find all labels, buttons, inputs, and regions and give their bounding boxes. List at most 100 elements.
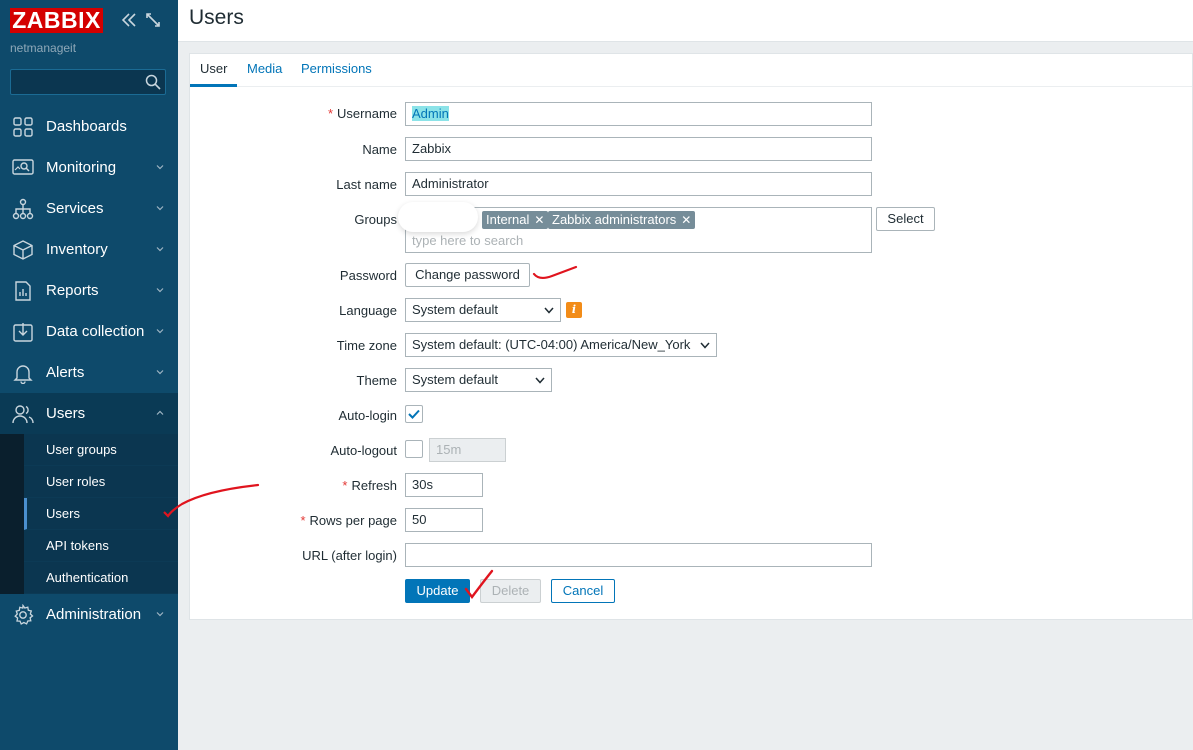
menu-item-reports[interactable]: Reports xyxy=(0,270,178,311)
menu-label: Alerts xyxy=(46,364,85,381)
submenu-item-user-groups[interactable]: User groups xyxy=(24,434,178,466)
select-groups-button[interactable]: Select xyxy=(876,207,935,231)
sidebar: ZABBIX netmanageit Dashboards Monitoring… xyxy=(0,0,178,750)
chevron-down-icon xyxy=(156,370,164,375)
tab-bar: User Media Permissions xyxy=(190,54,1192,87)
chevron-down-icon xyxy=(535,377,545,384)
page-header: Users xyxy=(178,0,1193,42)
autologin-label: Auto-login xyxy=(338,408,397,423)
remove-chip-icon[interactable]: ✕ xyxy=(681,213,691,227)
remove-chip-icon[interactable]: ✕ xyxy=(534,213,544,227)
main-content: Users User Media Permissions * Username A… xyxy=(178,0,1193,750)
menu-item-users[interactable]: Users xyxy=(0,393,178,434)
chevron-up-icon xyxy=(156,410,164,415)
dashboards-icon xyxy=(13,116,33,137)
menu-label: Services xyxy=(46,200,104,217)
menu-item-administration[interactable]: Administration xyxy=(0,594,178,635)
refresh-field[interactable]: 30s xyxy=(405,473,483,497)
menu-label: Users xyxy=(46,405,86,422)
chevron-down-icon xyxy=(156,288,164,293)
submenu-item-users[interactable]: Users xyxy=(24,498,178,530)
cancel-button[interactable]: Cancel xyxy=(551,579,615,603)
refresh-label: * Refresh xyxy=(342,478,397,493)
page-title: Users xyxy=(189,6,244,29)
chevron-down-icon xyxy=(700,342,710,349)
rows-per-page-label: * Rows per page xyxy=(300,513,397,528)
users-icon xyxy=(12,404,34,423)
users-submenu: User groups User roles Users API tokens … xyxy=(0,434,178,594)
tab-media[interactable]: Media xyxy=(237,54,292,87)
services-icon xyxy=(12,198,34,219)
theme-label: Theme xyxy=(356,373,397,388)
monitoring-icon xyxy=(12,158,34,175)
autologout-field: 15m xyxy=(429,438,506,462)
submenu-gutter xyxy=(0,434,24,594)
main-menu: Dashboards Monitoring Services Inventory… xyxy=(0,106,178,635)
groups-search-placeholder[interactable]: type here to search xyxy=(412,233,523,248)
password-label: Password xyxy=(339,268,397,283)
url-field[interactable] xyxy=(405,543,872,567)
kiosk-mode-icon[interactable] xyxy=(145,12,161,28)
autologin-checkbox[interactable] xyxy=(405,405,423,423)
menu-item-services[interactable]: Services xyxy=(0,188,178,229)
submenu-item-authentication[interactable]: Authentication xyxy=(24,562,178,594)
chevron-down-icon xyxy=(544,307,554,314)
sidebar-search-input[interactable] xyxy=(10,69,166,95)
inventory-icon xyxy=(13,239,33,260)
menu-label: Dashboards xyxy=(46,118,127,135)
tab-user[interactable]: User xyxy=(190,54,238,87)
autologout-label: Auto-logout xyxy=(330,443,398,458)
menu-label: Inventory xyxy=(46,241,108,258)
menu-label: Administration xyxy=(46,606,142,623)
reports-icon xyxy=(15,280,31,301)
chevron-down-icon xyxy=(156,329,164,334)
server-name: netmanageit xyxy=(10,41,77,55)
chevron-down-icon xyxy=(156,612,164,617)
username-field[interactable]: Admin xyxy=(405,102,872,126)
autologout-checkbox[interactable] xyxy=(405,440,423,458)
groups-multiselect[interactable]: Internal ✕ Zabbix administrators ✕ type he… xyxy=(398,202,872,253)
delete-button: Delete xyxy=(480,579,541,603)
username-label: * Username xyxy=(327,106,397,121)
timezone-label: Time zone xyxy=(336,338,397,353)
chevron-down-icon xyxy=(156,165,164,170)
chevron-down-icon xyxy=(156,247,164,252)
language-label: Language xyxy=(339,303,397,318)
menu-label: Data collection xyxy=(46,323,145,340)
language-select[interactable]: System default xyxy=(405,298,561,322)
change-password-button[interactable]: Change password xyxy=(405,263,530,287)
data-collection-icon xyxy=(13,322,33,342)
alerts-icon xyxy=(13,364,33,384)
redaction-blob xyxy=(398,202,478,232)
update-button[interactable]: Update xyxy=(405,579,470,603)
submenu-item-api-tokens[interactable]: API tokens xyxy=(24,530,178,562)
menu-label: Reports xyxy=(46,282,99,299)
collapse-sidebar-icon[interactable] xyxy=(121,12,137,28)
zabbix-logo[interactable]: ZABBIX xyxy=(10,8,103,33)
gear-icon xyxy=(14,603,34,625)
menu-label: Monitoring xyxy=(46,159,117,176)
theme-select[interactable]: System default xyxy=(405,368,552,392)
lastname-label: Last name xyxy=(336,177,397,192)
name-label: Name xyxy=(362,142,397,157)
menu-item-alerts[interactable]: Alerts xyxy=(0,352,178,393)
groups-label: Groups xyxy=(354,212,397,227)
info-icon[interactable]: i xyxy=(566,302,582,318)
group-chip[interactable]: Zabbix administrators ✕ xyxy=(548,211,696,229)
menu-item-dashboards[interactable]: Dashboards xyxy=(0,106,178,147)
url-label: URL (after login) xyxy=(302,548,397,563)
rows-per-page-field[interactable]: 50 xyxy=(405,508,483,532)
menu-item-data-collection[interactable]: Data collection xyxy=(0,311,178,352)
submenu-item-user-roles[interactable]: User roles xyxy=(24,466,178,498)
menu-item-monitoring[interactable]: Monitoring xyxy=(0,147,178,188)
user-form: User Media Permissions * Username Admin N… xyxy=(189,53,1193,620)
group-chip[interactable]: Internal ✕ xyxy=(482,211,549,229)
search-icon[interactable] xyxy=(145,74,161,90)
chevron-down-icon xyxy=(156,206,164,211)
name-field[interactable]: Zabbix xyxy=(405,137,872,161)
timezone-select[interactable]: System default: (UTC-04:00) America/New_… xyxy=(405,333,717,357)
menu-item-inventory[interactable]: Inventory xyxy=(0,229,178,270)
tab-permissions[interactable]: Permissions xyxy=(291,54,382,87)
checkmark-icon xyxy=(408,409,420,419)
lastname-field[interactable]: Administrator xyxy=(405,172,872,196)
